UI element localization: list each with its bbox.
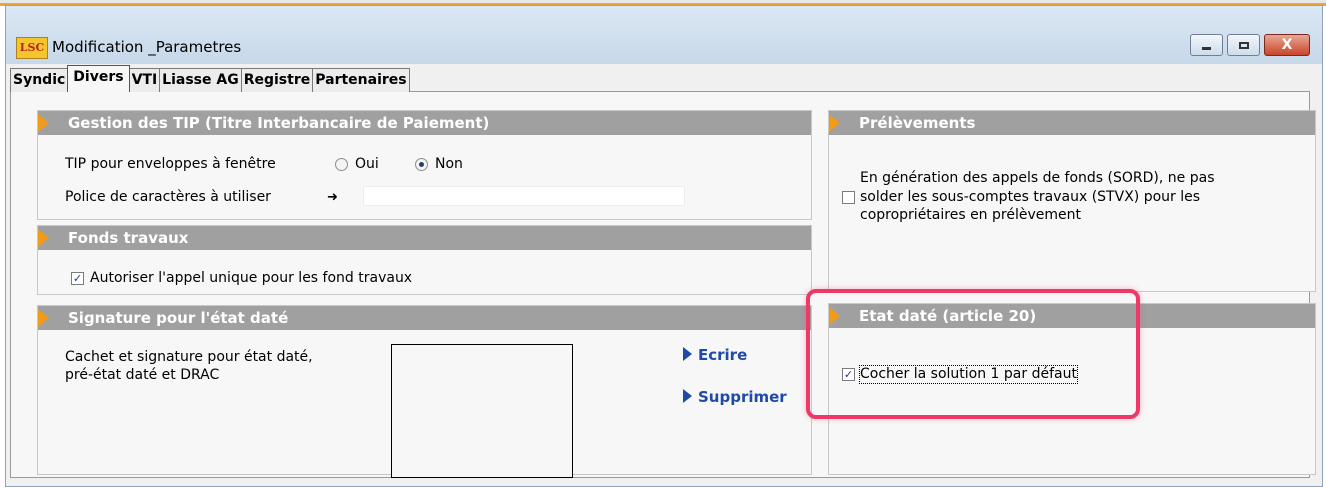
- signature-image-box[interactable]: [391, 344, 573, 478]
- supprimer-label: Supprimer: [698, 388, 787, 406]
- play-icon: [683, 347, 692, 361]
- prelevements-line1: En génération des appels de fonds (SORD)…: [860, 170, 1215, 186]
- app-logo-icon: LSC: [16, 37, 48, 59]
- window-controls: X: [1186, 34, 1310, 56]
- fonds-travaux-group: Fonds travaux ✓ Autoriser l'appel unique…: [37, 225, 812, 295]
- tab-syndic[interactable]: Syndic: [10, 68, 69, 92]
- radio-oui-label[interactable]: Oui: [355, 156, 379, 173]
- signature-header: Signature pour l'état daté: [38, 306, 811, 330]
- close-icon: X: [1281, 37, 1293, 53]
- tab-partenaires[interactable]: Partenaires: [312, 68, 410, 92]
- maximize-icon: [1238, 41, 1249, 49]
- signature-header-title: Signature pour l'état daté: [68, 309, 289, 327]
- signature-text-line2: pré-état daté et DRAC: [65, 367, 220, 383]
- section-arrow-icon: [38, 309, 49, 327]
- prelevements-group: Prélèvements En génération des appels de…: [828, 110, 1316, 292]
- close-button[interactable]: X: [1264, 34, 1310, 56]
- prelevements-line3: copropriétaires en prélèvement: [860, 207, 1081, 223]
- police-arrow-icon: ➜: [327, 190, 338, 205]
- fonds-checkbox[interactable]: ✓: [71, 272, 84, 285]
- tab-registre[interactable]: Registre: [240, 68, 314, 92]
- minimize-icon: [1202, 46, 1211, 50]
- section-arrow-icon: [829, 114, 840, 132]
- fonds-checkbox-label[interactable]: Autoriser l'appel unique pour les fond t…: [90, 270, 412, 287]
- prelevements-checkbox[interactable]: [842, 191, 855, 204]
- maximize-button[interactable]: [1227, 34, 1260, 56]
- ecrire-label: Ecrire: [698, 346, 748, 364]
- police-input[interactable]: [363, 186, 685, 206]
- tab-liasse-ag[interactable]: Liasse AG: [159, 68, 242, 92]
- section-arrow-icon: [38, 114, 49, 132]
- fonds-header-title: Fonds travaux: [68, 229, 189, 247]
- signature-group: Signature pour l'état daté Cachet et sig…: [37, 305, 812, 478]
- tip-group: Gestion des TIP (Titre Interbancaire de …: [37, 110, 812, 220]
- radio-oui[interactable]: [335, 158, 348, 171]
- prelevements-header-title: Prélèvements: [859, 114, 976, 132]
- tip-enveloppe-label: TIP pour enveloppes à fenêtre: [65, 156, 276, 172]
- tip-header: Gestion des TIP (Titre Interbancaire de …: [38, 111, 811, 135]
- supprimer-link[interactable]: Supprimer: [683, 388, 787, 406]
- tip-header-title: Gestion des TIP (Titre Interbancaire de …: [68, 114, 490, 132]
- minimize-button[interactable]: [1190, 34, 1223, 56]
- annotation-highlight: [806, 289, 1140, 419]
- radio-non-label[interactable]: Non: [435, 156, 463, 173]
- play-icon: [683, 389, 692, 403]
- tab-divers[interactable]: Divers: [67, 65, 130, 92]
- ecrire-link[interactable]: Ecrire: [683, 346, 747, 364]
- prelevements-line2: solder les sous-comptes travaux (STVX) p…: [860, 189, 1201, 205]
- signature-text-line1: Cachet et signature pour état daté,: [65, 349, 313, 365]
- police-label: Police de caractères à utiliser: [65, 189, 271, 205]
- prelevements-header: Prélèvements: [829, 111, 1315, 135]
- tab-bar: Syndic Divers VTI Liasse AG Registre Par…: [10, 65, 410, 92]
- window-title: Modification _Parametres: [52, 38, 242, 56]
- tab-vti[interactable]: VTI: [128, 68, 161, 92]
- radio-non[interactable]: [415, 158, 428, 171]
- title-bar[interactable]: LSC Modification _Parametres X: [6, 6, 1322, 64]
- fonds-header: Fonds travaux: [38, 226, 811, 250]
- section-arrow-icon: [38, 229, 49, 247]
